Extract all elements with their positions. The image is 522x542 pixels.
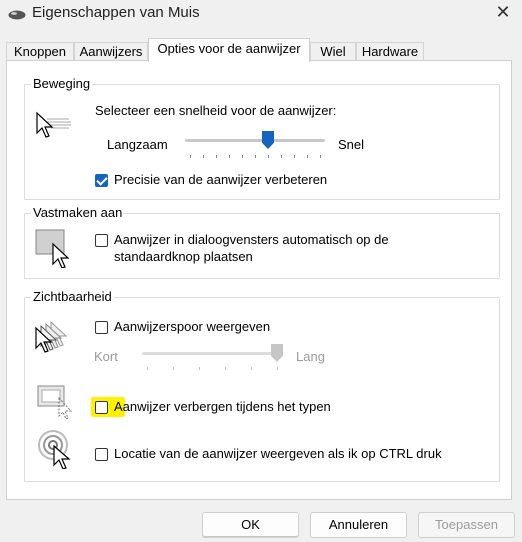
tick <box>203 155 204 158</box>
tab-pointer-options[interactable]: Opties voor de aanwijzer <box>148 38 310 62</box>
motion-legend: Beweging <box>31 76 93 91</box>
tick <box>307 155 308 158</box>
hide-pointer-icon <box>37 384 77 423</box>
speed-prompt: Selecteer een snelheid voor de aanwijzer… <box>95 103 337 118</box>
tick <box>190 155 191 158</box>
tick <box>173 367 174 370</box>
tick <box>255 155 256 158</box>
trail-slider-ticks <box>147 367 278 371</box>
ok-button[interactable]: OK <box>202 512 299 538</box>
pointer-trails-icon <box>35 320 79 357</box>
precision-checkbox[interactable] <box>95 174 108 187</box>
title-bar: Eigenschappen van Muis ✕ <box>0 0 522 26</box>
show-location-ctrl-checkbox[interactable] <box>95 448 108 461</box>
visibility-legend: Zichtbaarheid <box>31 289 114 304</box>
tick <box>242 155 243 158</box>
tab-wheel[interactable]: Wiel <box>310 42 356 61</box>
close-button[interactable]: ✕ <box>492 2 514 24</box>
snap-legend: Vastmaken aan <box>31 205 125 220</box>
tick <box>251 367 252 370</box>
trails-checkbox[interactable] <box>95 321 108 334</box>
snap-label: Aanwijzer in dialoogvensters automatisch… <box>114 232 389 264</box>
snap-group: Vastmaken aan Aanwijzer in dialoogvenste… <box>24 205 500 279</box>
precision-label: Precisie van de aanwijzer verbeteren <box>114 172 328 187</box>
speed-slider-track[interactable] <box>185 139 325 142</box>
trail-slider-thumb[interactable] <box>271 344 283 362</box>
tick <box>225 367 226 370</box>
hide-while-typing-checkbox[interactable] <box>95 401 108 414</box>
trail-short-label: Kort <box>94 349 118 364</box>
tick <box>320 155 321 158</box>
speed-slider-ticks <box>190 155 321 159</box>
trail-slider-track[interactable] <box>142 352 282 355</box>
tab-pointers[interactable]: Aanwijzers <box>74 42 148 61</box>
mouse-icon <box>8 8 26 23</box>
pointer-speed-icon <box>33 109 73 144</box>
speed-slider-thumb[interactable] <box>262 131 274 149</box>
pointer-location-icon <box>37 429 77 472</box>
tick <box>281 155 282 158</box>
hide-while-typing-label: Aanwijzer verbergen tijdens het typen <box>114 399 331 414</box>
window-title: Eigenschappen van Muis <box>32 4 200 21</box>
snap-to-button-icon <box>35 228 73 271</box>
motion-group: Beweging Selecteer een snelheid voor de … <box>24 76 500 200</box>
tick <box>229 155 230 158</box>
tick <box>294 155 295 158</box>
speed-fast-label: Snel <box>338 137 365 152</box>
visibility-group: Zichtbaarheid Aanwijzerspoor weergeven K… <box>24 289 500 482</box>
tab-hardware[interactable]: Hardware <box>356 42 424 61</box>
apply-button[interactable]: Toepassen <box>418 512 515 538</box>
trails-label: Aanwijzerspoor weergeven <box>114 319 271 334</box>
tick <box>147 367 148 370</box>
close-icon: ✕ <box>495 2 511 22</box>
trail-long-label: Lang <box>296 349 325 364</box>
tick <box>199 367 200 370</box>
snap-checkbox[interactable] <box>95 234 108 247</box>
tab-buttons[interactable]: Knoppen <box>6 42 74 61</box>
tab-panel: Beweging Selecteer een snelheid voor de … <box>6 60 512 500</box>
cancel-button[interactable]: Annuleren <box>310 512 407 538</box>
tick <box>277 367 278 370</box>
speed-slow-label: Langzaam <box>107 137 168 152</box>
tick <box>216 155 217 158</box>
tick <box>268 155 269 158</box>
show-location-ctrl-label: Locatie van de aanwijzer weergeven als i… <box>114 446 442 461</box>
